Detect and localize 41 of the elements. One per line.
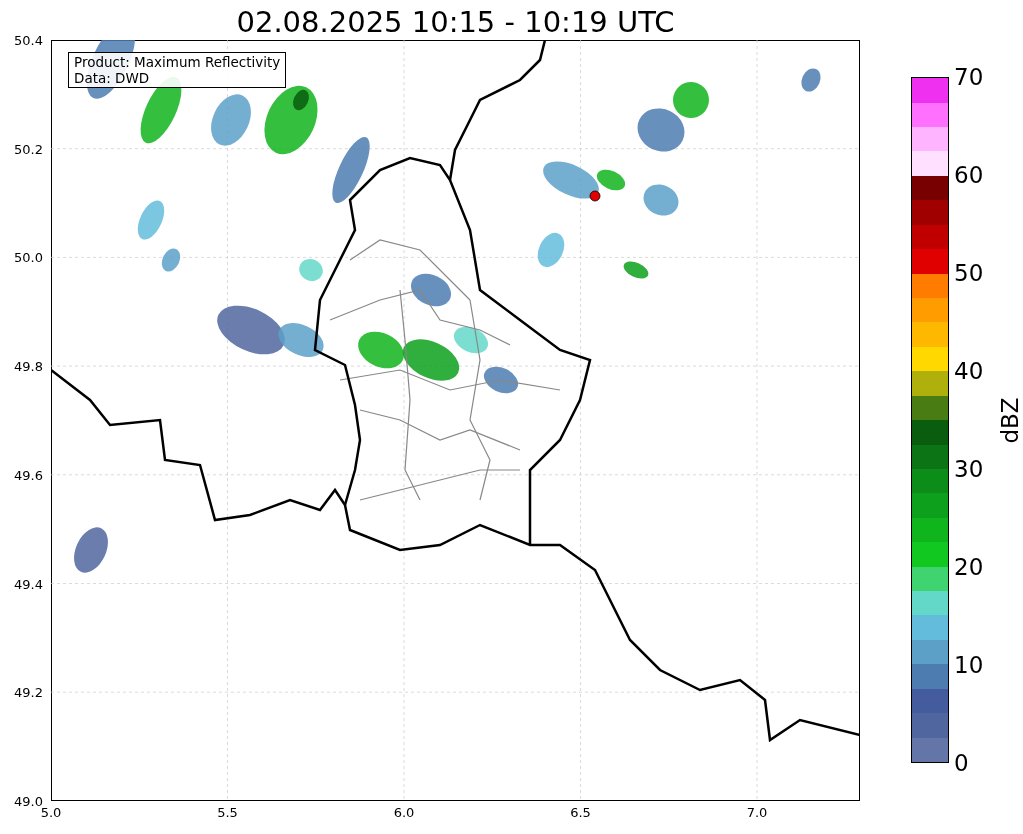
y-tick-label: 49.2 <box>14 685 43 699</box>
radar-echo <box>643 184 679 216</box>
radar-echo <box>673 82 709 118</box>
colorbar-tick-label: 20 <box>954 555 984 579</box>
colorbar-tick-label: 70 <box>954 65 984 89</box>
colorbar-tick-label: 40 <box>954 359 984 383</box>
radar-echo <box>483 366 519 394</box>
x-tick-label: 6.5 <box>570 806 591 819</box>
y-tick-label: 49.4 <box>14 577 43 591</box>
x-tick-label: 5.5 <box>217 806 238 819</box>
y-tick-label: 50.4 <box>14 33 43 47</box>
colorbar-tick-label: 60 <box>954 163 984 187</box>
x-tick-label: 6.0 <box>393 806 415 819</box>
radar-echo <box>74 527 108 573</box>
radar-echo <box>801 68 821 92</box>
location-marker <box>589 190 601 202</box>
x-tick-label: 7.0 <box>746 806 768 819</box>
radar-echo <box>411 273 451 307</box>
radar-echo <box>161 248 181 272</box>
y-tick-label: 50.2 <box>14 142 43 156</box>
y-tick-label: 50.0 <box>14 250 43 264</box>
radar-echo <box>623 261 649 279</box>
radar-echo <box>299 259 323 281</box>
plot-title: 02.08.2025 10:15 - 10:19 UTC <box>236 8 675 40</box>
colorbar-label: dBZ <box>998 396 1022 444</box>
legend-text: Data: DWD <box>74 70 151 86</box>
colorbar-tick-label: 0 <box>954 751 969 775</box>
y-tick-label: 49.6 <box>14 468 43 482</box>
radar-echo <box>211 94 251 146</box>
legend-text: Product: Maximum Reflectivity <box>74 54 281 70</box>
y-tick-label: 49.0 <box>14 794 43 808</box>
colorbar-tick-label: 10 <box>954 653 984 677</box>
x-tick-label: 5.0 <box>40 806 62 819</box>
radar-echo <box>137 200 165 240</box>
radar-echo <box>637 108 685 152</box>
radar-echo <box>537 232 565 268</box>
colorbar-tick-label: 30 <box>954 457 984 481</box>
y-tick-label: 49.8 <box>14 359 43 373</box>
colorbar-tick-label: 50 <box>954 261 984 285</box>
radar-echo <box>358 331 404 369</box>
radar-echo <box>332 137 370 203</box>
